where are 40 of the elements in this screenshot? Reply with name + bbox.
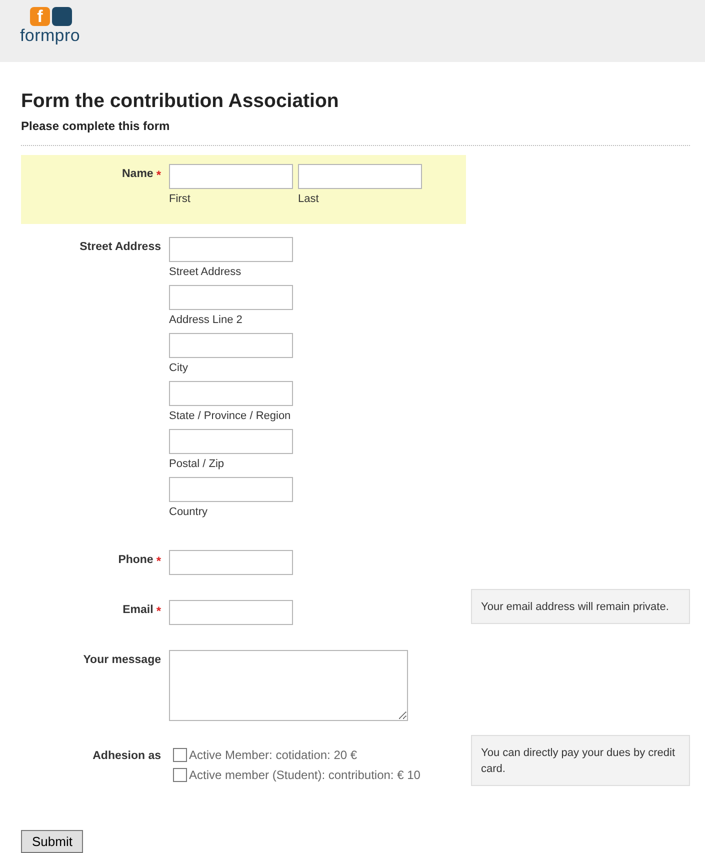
field-sublabel: City xyxy=(169,362,189,374)
field-sublabel: State / Province / Region xyxy=(169,410,292,422)
form-subtitle: Please complete this form xyxy=(21,119,171,133)
field-sublabel: Street Address xyxy=(169,266,242,278)
option-label: Active Member: cotidation: 20 € xyxy=(189,748,358,762)
text-field[interactable] xyxy=(169,429,293,454)
required-mark: * xyxy=(156,168,161,184)
option-label: Active member (Student): contribution: € 10 xyxy=(189,768,420,782)
message-field[interactable] xyxy=(169,650,408,721)
field-sublabel: Country xyxy=(169,506,209,518)
text-field[interactable] xyxy=(169,550,293,575)
field-sublabel: First xyxy=(169,193,192,205)
required-mark: * xyxy=(156,604,161,620)
checkbox[interactable] xyxy=(173,748,187,762)
field-label: Email xyxy=(122,604,154,618)
text-field[interactable] xyxy=(169,381,293,406)
field-label: Street Address xyxy=(80,241,161,255)
field-sublabel: Address Line 2 xyxy=(169,314,244,326)
hint-box: You can directly pay your dues by credit card. xyxy=(471,735,690,786)
logo-square-icon xyxy=(52,7,72,26)
text-field[interactable] xyxy=(169,285,293,310)
required-mark: * xyxy=(156,554,161,570)
field-label: Adhesion as xyxy=(92,750,161,764)
text-field[interactable] xyxy=(169,164,293,189)
text-field[interactable] xyxy=(298,164,422,189)
checkbox[interactable] xyxy=(173,768,187,782)
field-sublabel: Postal / Zip xyxy=(169,458,226,470)
field-sublabel: Last xyxy=(298,193,320,205)
text-field[interactable] xyxy=(169,477,293,502)
form-title: Form the contribution Association xyxy=(21,90,340,113)
submit-button[interactable]: Submit xyxy=(21,830,84,853)
text-field[interactable] xyxy=(169,237,293,262)
text-field[interactable] xyxy=(169,333,293,358)
text-field[interactable] xyxy=(169,600,293,625)
logo-mark: f xyxy=(30,7,50,26)
field-label: Name xyxy=(122,168,154,182)
logo-text: formpro xyxy=(20,27,80,45)
field-label: Your message xyxy=(83,654,161,668)
field-label: Phone xyxy=(118,554,154,568)
hint-box: Your email address will remain private. xyxy=(471,589,690,624)
